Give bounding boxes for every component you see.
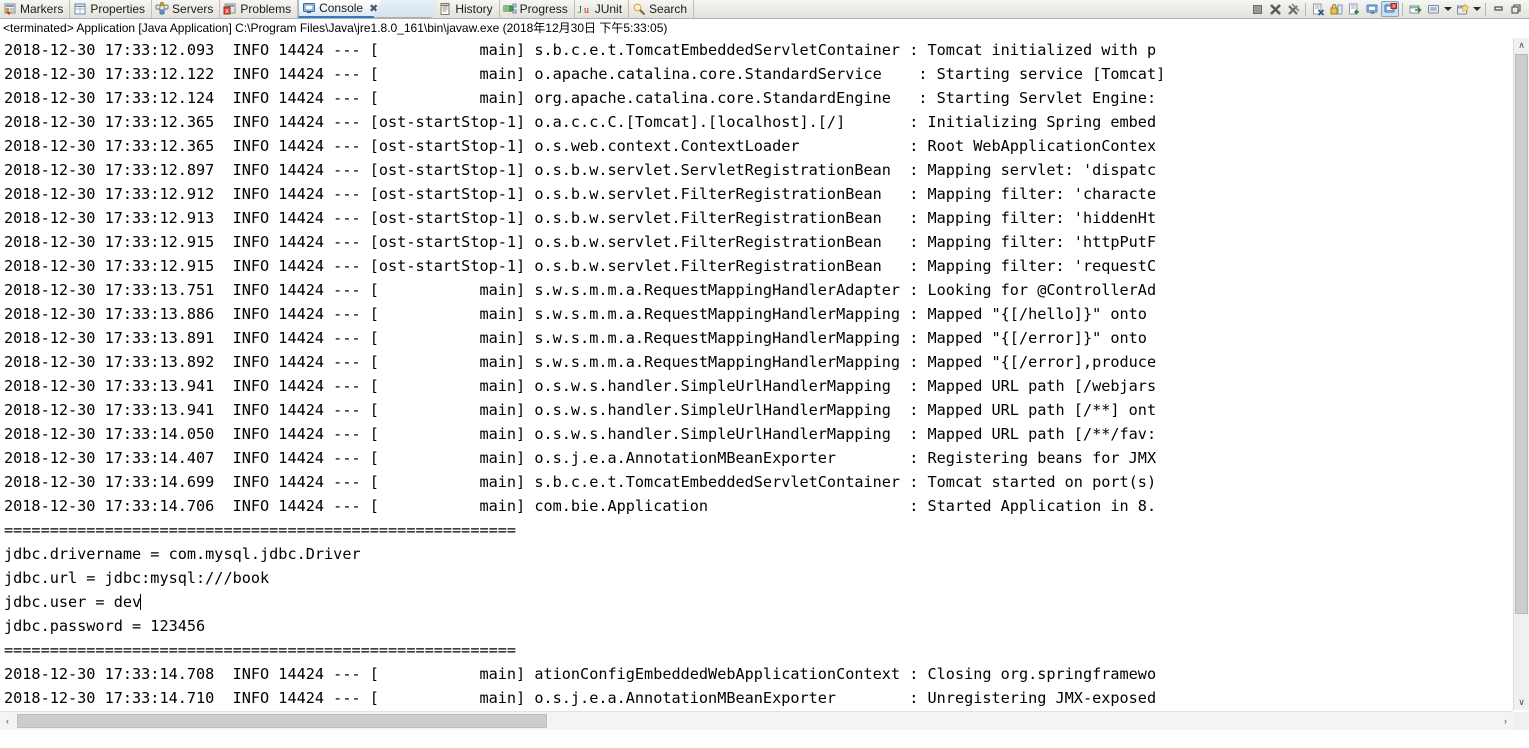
scroll-down-arrow-icon[interactable]: ∨ xyxy=(1514,695,1529,710)
console-line: jdbc.user = dev xyxy=(4,593,142,611)
console-line: 2018-12-30 17:33:13.751 INFO 14424 --- [… xyxy=(4,281,1157,299)
horizontal-scroll-thumb[interactable] xyxy=(17,714,547,728)
new-console-view-button[interactable] xyxy=(1453,1,1471,17)
console-line: 2018-12-30 17:33:13.886 INFO 14424 --- [… xyxy=(4,305,1157,323)
console-output[interactable]: 2018-12-30 17:33:12.093 INFO 14424 --- [… xyxy=(0,38,1513,710)
toolbar-separator xyxy=(1305,2,1306,16)
tab-label: Progress xyxy=(519,2,568,16)
view-tab-bar: Markers Properties Servers x Problems Co… xyxy=(0,0,1529,19)
svg-text:u: u xyxy=(584,5,589,16)
properties-icon xyxy=(73,2,87,16)
display-selected-console-button[interactable]: x xyxy=(1381,1,1399,17)
tab-markers[interactable]: Markers xyxy=(0,0,71,18)
terminate-button[interactable] xyxy=(1248,1,1266,17)
scroll-right-arrow-icon[interactable]: › xyxy=(1498,713,1513,728)
horizontal-scrollbar[interactable]: ‹ › xyxy=(0,711,1513,730)
search-icon xyxy=(632,2,646,16)
console-line: 2018-12-30 17:33:12.124 INFO 14424 --- [… xyxy=(4,89,1166,107)
console-line: 2018-12-30 17:33:12.093 INFO 14424 --- [… xyxy=(4,41,1157,59)
chevron-down-icon[interactable] xyxy=(1442,1,1453,17)
process-description-line: <terminated> Application [Java Applicati… xyxy=(0,19,1529,38)
scroll-up-arrow-icon[interactable]: ∧ xyxy=(1514,38,1529,53)
console-line: 2018-12-30 17:33:12.365 INFO 14424 --- [… xyxy=(4,137,1157,155)
tab-list: Markers Properties Servers x Problems Co… xyxy=(0,0,695,18)
vertical-scrollbar[interactable]: ∧ ∨ xyxy=(1513,38,1529,710)
console-line: 2018-12-30 17:33:12.122 INFO 14424 --- [… xyxy=(4,65,1166,83)
console-line: 2018-12-30 17:33:12.915 INFO 14424 --- [… xyxy=(4,257,1157,275)
vertical-scroll-thumb[interactable] xyxy=(1515,54,1528,614)
console-line: 2018-12-30 17:33:12.913 INFO 14424 --- [… xyxy=(4,209,1157,227)
maximize-button[interactable] xyxy=(1507,1,1525,17)
svg-text:x: x xyxy=(1392,3,1395,9)
svg-text:x: x xyxy=(225,7,229,15)
console-line: 2018-12-30 17:33:14.710 INFO 14424 --- [… xyxy=(4,689,1157,707)
scroll-lock-button[interactable] xyxy=(1327,1,1345,17)
scroll-left-arrow-icon[interactable]: ‹ xyxy=(0,713,15,728)
tab-label: Properties xyxy=(90,2,146,16)
tab-label: Servers xyxy=(172,2,214,16)
console-line: 2018-12-30 17:33:12.915 INFO 14424 --- [… xyxy=(4,233,1157,251)
remove-launch-button[interactable] xyxy=(1266,1,1284,17)
tab-junit[interactable]: J u JUnit xyxy=(575,0,630,18)
tab-bar-gap xyxy=(373,0,439,18)
console-line: jdbc.drivername = com.mysql.jdbc.Driver xyxy=(4,545,361,563)
open-console-button[interactable] xyxy=(1406,1,1424,17)
console-line: jdbc.url = jdbc:mysql:///book xyxy=(4,569,270,587)
console-line: 2018-12-30 17:33:14.699 INFO 14424 --- [… xyxy=(4,473,1157,491)
text-caret xyxy=(140,594,142,610)
tab-label: JUnit xyxy=(594,2,623,16)
markers-icon xyxy=(3,2,17,16)
console-line: 2018-12-30 17:33:14.708 INFO 14424 --- [… xyxy=(4,665,1157,683)
console-line: 2018-12-30 17:33:14.050 INFO 14424 --- [… xyxy=(4,425,1157,443)
toolbar-separator xyxy=(1485,2,1486,16)
tab-label: Problems xyxy=(240,2,292,16)
remove-all-terminated-button[interactable] xyxy=(1284,1,1302,17)
word-wrap-button[interactable] xyxy=(1345,1,1363,17)
console-line: 2018-12-30 17:33:12.912 INFO 14424 --- [… xyxy=(4,185,1157,203)
console-body: 2018-12-30 17:33:12.093 INFO 14424 --- [… xyxy=(0,38,1529,730)
tab-label: History xyxy=(455,2,493,16)
console-view-menu-button[interactable] xyxy=(1424,1,1442,17)
pin-console-button[interactable] xyxy=(1363,1,1381,17)
progress-icon xyxy=(503,2,517,16)
tab-progress[interactable]: Progress xyxy=(500,0,575,18)
tab-label: Markers xyxy=(20,2,64,16)
console-line: ========================================… xyxy=(4,641,517,659)
clear-console-button[interactable] xyxy=(1309,1,1327,17)
tab-console[interactable]: Console ✖ xyxy=(298,0,386,18)
tab-search[interactable]: Search xyxy=(629,0,695,18)
svg-text:J: J xyxy=(578,5,582,16)
servers-icon xyxy=(155,2,169,16)
tab-problems[interactable]: x Problems xyxy=(220,0,299,18)
console-line: 2018-12-30 17:33:13.892 INFO 14424 --- [… xyxy=(4,353,1157,371)
tab-servers[interactable]: Servers xyxy=(152,0,221,18)
junit-icon: J u xyxy=(578,2,592,16)
history-icon xyxy=(438,2,452,16)
console-icon xyxy=(302,1,316,15)
console-line: 2018-12-30 17:33:14.407 INFO 14424 --- [… xyxy=(4,449,1157,467)
console-line: 2018-12-30 17:33:14.706 INFO 14424 --- [… xyxy=(4,497,1157,515)
console-line: 2018-12-30 17:33:13.891 INFO 14424 --- [… xyxy=(4,329,1157,347)
problems-icon: x xyxy=(223,2,237,16)
minimize-button[interactable] xyxy=(1489,1,1507,17)
chevron-down-icon[interactable] xyxy=(1471,1,1482,17)
console-line: 2018-12-30 17:33:12.897 INFO 14424 --- [… xyxy=(4,161,1157,179)
console-toolbar: x xyxy=(1248,0,1529,18)
tab-label: Console xyxy=(319,1,364,15)
console-line: 2018-12-30 17:33:13.941 INFO 14424 --- [… xyxy=(4,401,1157,419)
tab-history[interactable]: History xyxy=(435,0,500,18)
console-line: jdbc.password = 123456 xyxy=(4,617,206,635)
scrollbar-corner xyxy=(1513,712,1529,730)
console-line: 2018-12-30 17:33:12.365 INFO 14424 --- [… xyxy=(4,113,1157,131)
toolbar-separator xyxy=(1402,2,1403,16)
console-line: 2018-12-30 17:33:13.941 INFO 14424 --- [… xyxy=(4,377,1157,395)
console-line: ========================================… xyxy=(4,521,517,539)
tab-label: Search xyxy=(649,2,688,16)
tab-properties[interactable]: Properties xyxy=(70,0,153,18)
